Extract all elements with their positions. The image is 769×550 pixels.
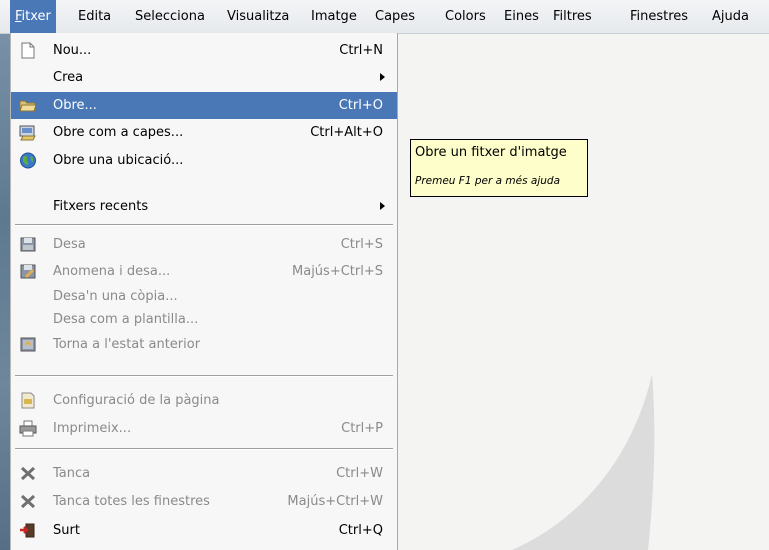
page-setup-icon [19, 392, 37, 409]
menu-item-label: Obre una ubicació... [53, 153, 184, 168]
save-icon [19, 236, 37, 253]
save-as-icon [19, 263, 37, 280]
menu-fitxer[interactable]: Fitxer [10, 0, 56, 33]
menu-ajuda[interactable]: Ajuda [707, 0, 754, 33]
menu-selecciona[interactable]: Selecciona [130, 0, 210, 33]
menu-item-label: Torna a l'estat anterior [53, 337, 201, 352]
menu-item-open[interactable]: Obre... Ctrl+O [11, 92, 397, 119]
menu-item-label: Crea [53, 70, 84, 85]
menu-item-label: Obre com a capes... [53, 125, 184, 140]
menu-separator [15, 224, 393, 226]
shortcut-label: Ctrl+S [340, 237, 383, 252]
folder-open-icon [19, 97, 37, 114]
print-icon [19, 420, 37, 437]
menu-item-recent-files[interactable]: Fitxers recents [11, 193, 397, 220]
close-all-icon [19, 493, 37, 510]
menu-item-open-location[interactable]: Obre una ubicació... [11, 147, 397, 174]
quit-icon [19, 522, 37, 539]
menu-item-page-setup[interactable]: Configuració de la pàgina [11, 387, 397, 414]
menu-item-create[interactable]: Crea [11, 64, 397, 91]
menu-item-new[interactable]: Nou... Ctrl+N [11, 37, 397, 64]
menu-eines[interactable]: Eines [499, 0, 544, 33]
menu-item-open-as-layers[interactable]: Obre com a capes... Ctrl+Alt+O [11, 119, 397, 146]
menu-separator [15, 448, 393, 450]
submenu-arrow-icon [380, 73, 385, 81]
decorative-swoosh [512, 374, 655, 550]
canvas-area [398, 34, 769, 550]
shortcut-label: Ctrl+Alt+O [310, 125, 383, 140]
tooltip: Obre un fitxer d'imatge Premeu F1 per a … [410, 139, 588, 197]
menu-item-label: Fitxers recents [53, 199, 149, 214]
menu-item-close[interactable]: Tanca Ctrl+W [11, 460, 397, 487]
tooltip-title: Obre un fitxer d'imatge [415, 145, 567, 160]
menu-imatge[interactable]: Imatge [306, 0, 362, 33]
menu-item-save-template[interactable]: Desa com a plantilla... [11, 306, 397, 333]
menu-item-label: Imprimeix... [53, 421, 132, 436]
menu-item-label: Obre... [53, 98, 97, 113]
menu-visualitza[interactable]: Visualitza [222, 0, 294, 33]
shortcut-label: Majús+Ctrl+S [292, 264, 383, 279]
menu-separator [15, 375, 393, 377]
close-icon [19, 465, 37, 482]
menu-item-label: Anomena i desa... [53, 264, 171, 279]
menu-item-label: Tanca [53, 466, 91, 481]
open-as-layers-icon [19, 124, 37, 141]
menu-edita[interactable]: Edita [73, 0, 116, 33]
menu-item-label: Tanca totes les finestres [53, 494, 210, 509]
menu-item-save[interactable]: Desa Ctrl+S [11, 231, 397, 258]
menu-filtres[interactable]: Filtres [548, 0, 597, 33]
menu-colors[interactable]: Colors [440, 0, 491, 33]
globe-icon [19, 152, 37, 169]
shortcut-label: Ctrl+O [338, 98, 383, 113]
menu-item-label: Configuració de la pàgina [53, 393, 220, 408]
shortcut-label: Ctrl+Q [338, 523, 383, 538]
file-menu: Nou... Ctrl+N Crea Obre... Ctrl+O Obre c… [10, 33, 398, 550]
menu-item-save-as[interactable]: Anomena i desa... Majús+Ctrl+S [11, 258, 397, 285]
menubar: Fitxer Edita Selecciona Visualitza Imatg… [0, 0, 769, 34]
menu-item-quit[interactable]: Surt Ctrl+Q [11, 517, 397, 544]
menu-capes[interactable]: Capes [370, 0, 420, 33]
menu-item-label: Desa [53, 237, 86, 252]
shortcut-label: Ctrl+P [341, 421, 383, 436]
menu-finestres[interactable]: Finestres [625, 0, 693, 33]
new-document-icon [19, 42, 37, 59]
menu-item-label: Surt [53, 523, 80, 538]
menu-item-print[interactable]: Imprimeix... Ctrl+P [11, 415, 397, 442]
shortcut-label: Ctrl+N [339, 43, 383, 58]
shortcut-label: Majús+Ctrl+W [287, 494, 383, 509]
tooltip-hint: Premeu F1 per a més ajuda [415, 175, 561, 187]
menu-item-label: Desa com a plantilla... [53, 312, 199, 327]
menu-item-label: Nou... [53, 43, 92, 58]
submenu-arrow-icon [380, 202, 385, 210]
menu-item-close-all[interactable]: Tanca totes les finestres Majús+Ctrl+W [11, 488, 397, 515]
menu-item-revert[interactable]: Torna a l'estat anterior [11, 331, 397, 358]
revert-icon [19, 336, 37, 353]
shortcut-label: Ctrl+W [336, 466, 383, 481]
